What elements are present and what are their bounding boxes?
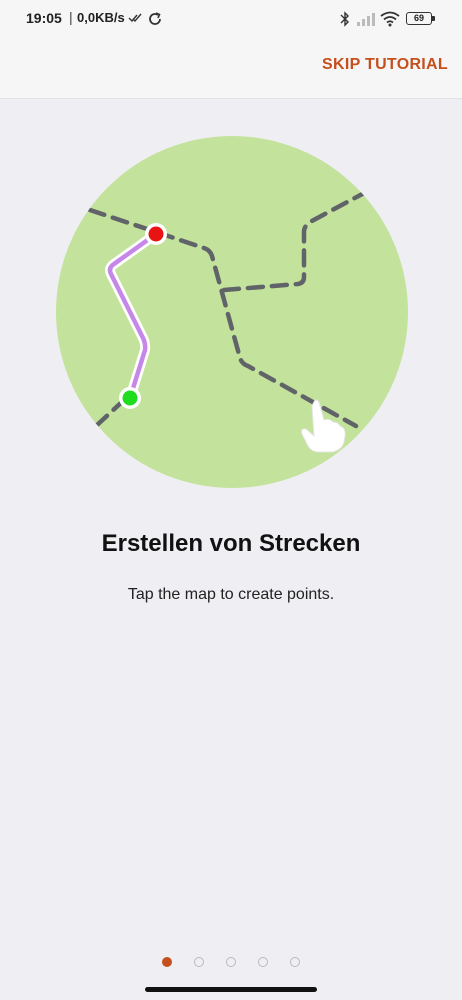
tutorial-title: Erstellen von Strecken — [101, 530, 361, 557]
battery-level: 69 — [413, 13, 424, 23]
start-point-dot — [122, 390, 138, 406]
end-point-dot — [148, 226, 164, 242]
page-dot-3[interactable] — [226, 957, 236, 967]
battery-icon: 69 — [406, 12, 432, 25]
tutorial-description: Tap the map to create points. — [127, 586, 335, 603]
page-indicator — [0, 957, 462, 971]
page-dot-4[interactable] — [258, 957, 268, 967]
status-time: 19:05 — [26, 10, 62, 26]
status-separator: | — [69, 9, 73, 25]
sync-icon — [149, 12, 161, 25]
status-bar: 19:05 | 0,0KB/s 69 — [0, 0, 462, 40]
home-indicator[interactable] — [145, 987, 317, 992]
signal-icon — [357, 13, 375, 26]
wifi-icon — [380, 11, 400, 27]
bluetooth-icon — [340, 11, 349, 27]
top-bar: 19:05 | 0,0KB/s 69 SKIP TUTORIAL — [0, 0, 462, 99]
page-dot-2[interactable] — [194, 957, 204, 967]
battery-cap-icon — [432, 16, 435, 21]
double-check-icon — [128, 13, 142, 23]
page-dot-1[interactable] — [162, 957, 172, 967]
page-dot-5[interactable] — [290, 957, 300, 967]
map-circle — [56, 136, 408, 488]
skip-tutorial-button[interactable]: SKIP TUTORIAL — [322, 56, 448, 74]
route-map-illustration[interactable] — [56, 136, 408, 488]
tutorial-screen: 19:05 | 0,0KB/s 69 SKIP TUTORIAL Erstell… — [0, 0, 462, 1000]
network-speed: 0,0KB/s — [77, 10, 125, 25]
